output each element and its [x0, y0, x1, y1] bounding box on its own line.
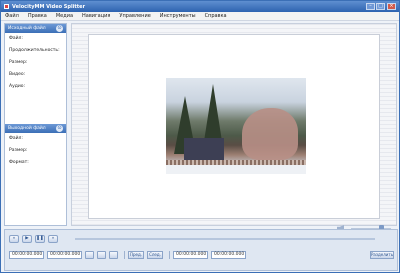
- menu-media[interactable]: Медиа: [56, 13, 73, 19]
- play-button[interactable]: ▶: [22, 235, 32, 243]
- seek-bar[interactable]: [75, 238, 375, 240]
- menu-file[interactable]: Файл: [5, 13, 19, 19]
- pause-button[interactable]: ❚❚: [35, 235, 45, 243]
- menu-tools[interactable]: Инструменты: [160, 13, 196, 19]
- timeline-panel: « ▶ ❚❚ » 00:00:00.000 00:00:00.000 Пред.…: [4, 229, 398, 271]
- source-audio-label: Аудио:: [9, 84, 26, 89]
- next-button[interactable]: След.: [147, 251, 163, 259]
- prev-button[interactable]: Пред.: [128, 251, 144, 259]
- app-window: VelocityMM Video Splitter – □ × Файл Пра…: [0, 0, 400, 273]
- forward-button[interactable]: »: [48, 235, 58, 243]
- time-start-field[interactable]: 00:00:00.000: [9, 251, 44, 259]
- rewind-button[interactable]: «: [9, 235, 19, 243]
- output-size-label: Размер:: [9, 148, 28, 153]
- separator: [124, 251, 125, 259]
- title-bar: VelocityMM Video Splitter – □ ×: [1, 1, 399, 12]
- close-button[interactable]: ×: [387, 3, 396, 10]
- menu-bar: Файл Правка Медиа Навигация Управление И…: [1, 12, 399, 21]
- video-preview: [166, 78, 306, 174]
- minimize-button[interactable]: –: [366, 3, 375, 10]
- clear-marks-button[interactable]: [109, 251, 118, 259]
- output-format-label: Формат:: [9, 160, 29, 165]
- info-sidebar: Исходный файл ⊙ Файл: Продолжительность:…: [4, 23, 67, 226]
- source-duration-label: Продолжительность:: [9, 48, 60, 53]
- mark-out-field[interactable]: 00:00:00.000: [211, 251, 246, 259]
- source-panel-title: Исходный файл: [8, 26, 46, 31]
- panel-toggle-icon[interactable]: ⊙: [56, 25, 63, 32]
- transport-controls: « ▶ ❚❚ »: [9, 235, 61, 243]
- time-end-field[interactable]: 00:00:00.000: [47, 251, 82, 259]
- menu-navigation[interactable]: Навигация: [82, 13, 110, 19]
- tree-blossom-shape: [242, 108, 298, 160]
- house-shape: [184, 138, 224, 162]
- snow-ground: [166, 165, 306, 174]
- mark-in-field[interactable]: 00:00:00.000: [173, 251, 208, 259]
- window-title: VelocityMM Video Splitter: [12, 3, 86, 10]
- source-video-label: Видео:: [9, 72, 26, 77]
- mark-out-button[interactable]: [97, 251, 106, 259]
- source-file-label: Файл:: [9, 36, 23, 41]
- output-panel-title: Выходной файл: [8, 126, 46, 131]
- output-panel: Выходной файл ⊙ Файл: Размер: Формат:: [5, 124, 66, 169]
- menu-help[interactable]: Справка: [205, 13, 227, 19]
- video-workarea: [71, 23, 397, 232]
- output-panel-header: Выходной файл ⊙: [5, 124, 66, 133]
- menu-edit[interactable]: Правка: [28, 13, 47, 19]
- app-icon: [4, 4, 9, 9]
- menu-control[interactable]: Управление: [119, 13, 150, 19]
- output-file-label: Файл:: [9, 136, 23, 141]
- mark-in-button[interactable]: [85, 251, 94, 259]
- split-button[interactable]: Разделить: [370, 251, 394, 259]
- source-panel-header: Исходный файл ⊙: [5, 24, 66, 33]
- panel-toggle-icon[interactable]: ⊙: [56, 125, 63, 132]
- edit-controls: 00:00:00.000 00:00:00.000 Пред. След. 00…: [9, 251, 249, 259]
- video-canvas: [88, 34, 391, 232]
- separator: [169, 251, 170, 259]
- source-size-label: Размер:: [9, 60, 28, 65]
- maximize-button[interactable]: □: [376, 3, 385, 10]
